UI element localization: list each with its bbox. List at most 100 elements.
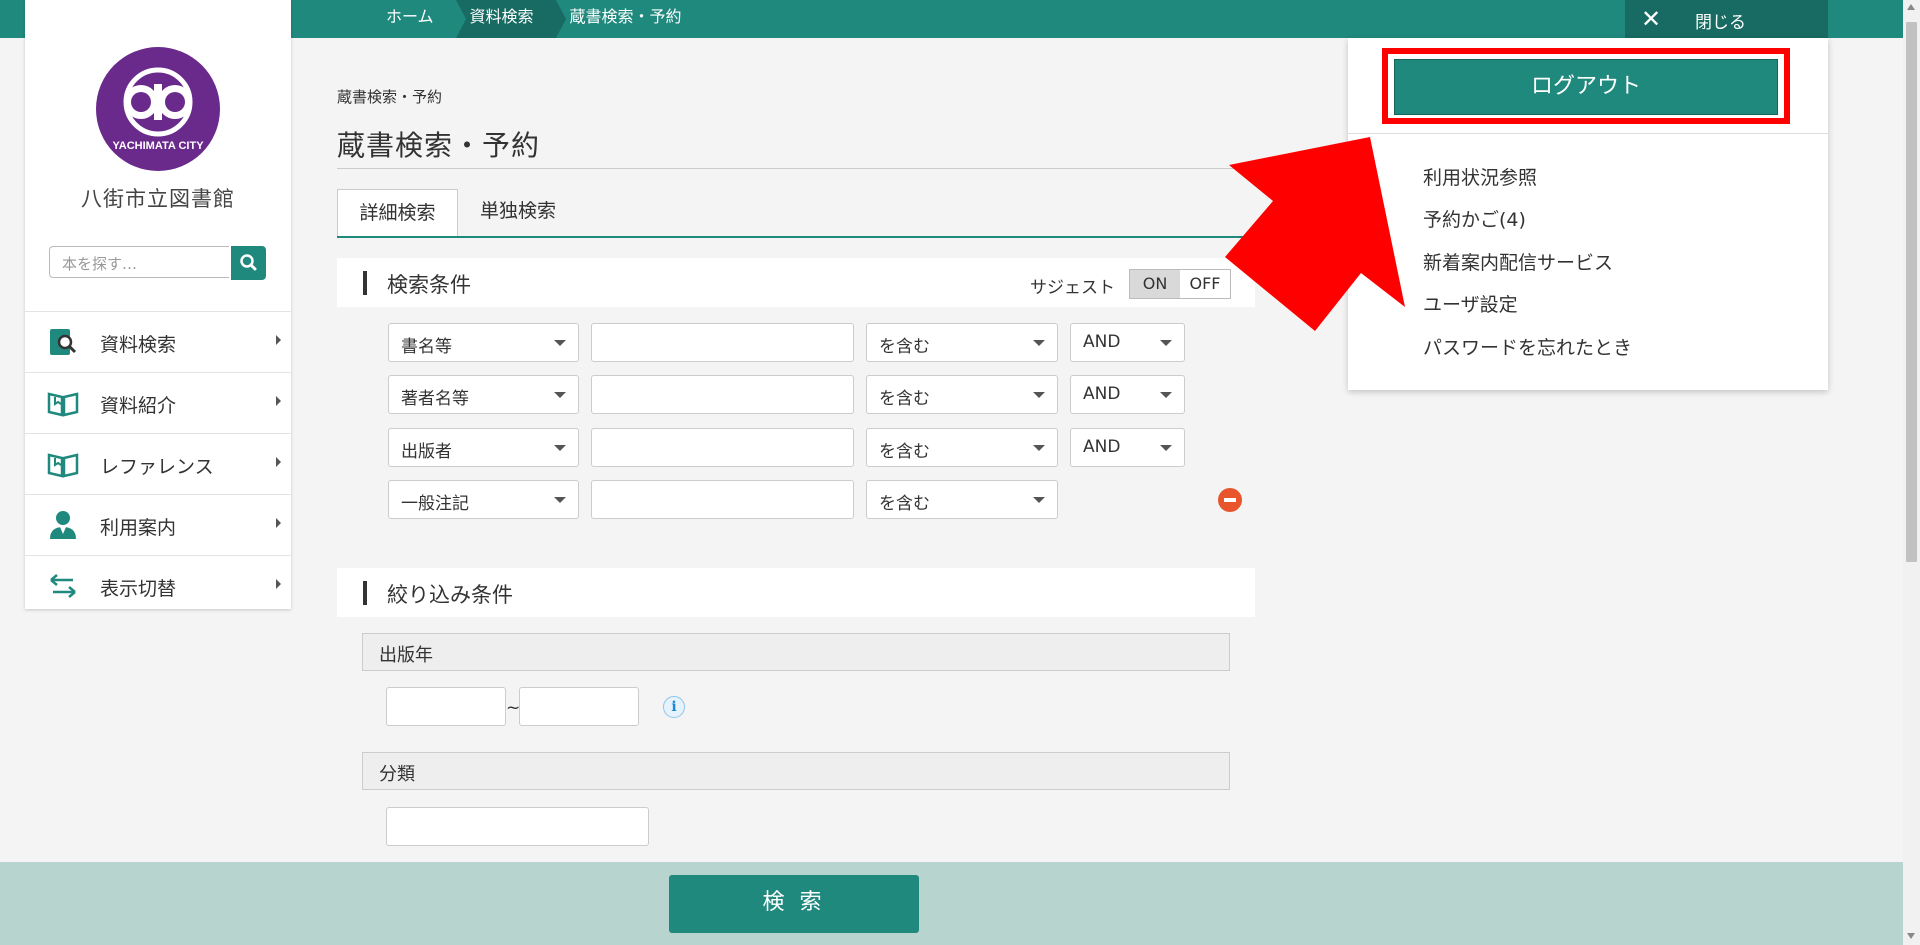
breadcrumb: ホーム 資料検索 蔵書検索・予約 bbox=[372, 0, 704, 38]
sidebar-item-display-switch[interactable]: 表示切替 bbox=[25, 555, 291, 616]
search-icon bbox=[240, 254, 257, 271]
operator-select[interactable]: AND bbox=[1070, 428, 1185, 467]
field-select[interactable]: 一般注記 bbox=[388, 480, 579, 519]
sidebar-search-input[interactable]: 本を探す… bbox=[49, 246, 229, 278]
book-search-icon bbox=[50, 329, 77, 355]
title-divider bbox=[337, 168, 1254, 169]
match-select[interactable]: を含む bbox=[866, 428, 1058, 467]
filter-conditions-header: 絞り込み条件 bbox=[337, 568, 1255, 617]
chevron-right-icon bbox=[276, 335, 281, 345]
field-select[interactable]: 出版者 bbox=[388, 428, 579, 467]
section-marker bbox=[363, 271, 367, 295]
chevron-right-icon bbox=[276, 518, 281, 528]
select-value: 出版者 bbox=[401, 442, 452, 462]
remove-row-icon[interactable] bbox=[1218, 488, 1242, 512]
bottom-action-bar bbox=[0, 862, 1903, 945]
city-logo[interactable]: YACHIMATA CITY bbox=[95, 46, 221, 172]
keyword-input[interactable] bbox=[591, 428, 854, 467]
sidebar-item-label: 利用案内 bbox=[100, 517, 177, 539]
breadcrumb-current: 蔵書検索・予約 bbox=[555, 0, 704, 38]
info-icon[interactable]: i bbox=[663, 696, 685, 718]
match-select[interactable]: を含む bbox=[866, 375, 1058, 414]
chevron-down-icon bbox=[554, 445, 566, 451]
sidebar-item-label: 表示切替 bbox=[100, 578, 177, 600]
page-title: 蔵書検索・予約 bbox=[337, 129, 541, 162]
logo-text: YACHIMATA CITY bbox=[112, 140, 204, 152]
sidebar-item-label: 資料検索 bbox=[100, 334, 177, 356]
pub-year-header: 出版年 bbox=[362, 633, 1230, 671]
operator-select[interactable]: AND bbox=[1070, 375, 1185, 414]
open-book-icon bbox=[47, 392, 79, 417]
chevron-down-icon bbox=[1160, 392, 1172, 398]
suggest-off-button[interactable]: OFF bbox=[1180, 270, 1230, 298]
search-placeholder: 本を探す… bbox=[62, 255, 138, 273]
open-book-icon bbox=[47, 453, 79, 478]
pub-year-label: 出版年 bbox=[379, 645, 433, 666]
classification-header: 分類 bbox=[362, 752, 1230, 790]
field-select[interactable]: 書名等 bbox=[388, 323, 579, 362]
breadcrumb-home[interactable]: ホーム bbox=[372, 0, 466, 38]
chevron-down-icon bbox=[1033, 392, 1045, 398]
sidebar-item-label: レファレンス bbox=[100, 456, 214, 478]
select-value: を含む bbox=[879, 389, 930, 409]
sidebar-item-usage-guide[interactable]: 利用案内 bbox=[25, 494, 291, 555]
page-breadcrumb: 蔵書検索・予約 bbox=[337, 88, 443, 106]
chevron-right-icon bbox=[276, 396, 281, 406]
suggest-toggle: ON OFF bbox=[1129, 269, 1231, 299]
chevron-down-icon bbox=[1160, 340, 1172, 346]
sidebar-item-reference[interactable]: レファレンス bbox=[25, 433, 291, 494]
section-title: 絞り込み条件 bbox=[387, 583, 513, 607]
select-value: AND bbox=[1083, 437, 1121, 457]
suggest-label: サジェスト bbox=[1030, 278, 1115, 298]
user-icon bbox=[50, 511, 76, 539]
field-select[interactable]: 著者名等 bbox=[388, 375, 579, 414]
close-icon: ✕ bbox=[1641, 5, 1662, 33]
select-value: を含む bbox=[879, 494, 930, 514]
classification-label: 分類 bbox=[379, 764, 415, 785]
breadcrumb-material-search[interactable]: 資料検索 bbox=[455, 0, 566, 38]
select-value: AND bbox=[1083, 332, 1121, 352]
search-conditions-header: 検索条件 bbox=[337, 258, 1255, 307]
library-name: 八街市立図書館 bbox=[81, 187, 235, 211]
chevron-right-icon bbox=[276, 457, 281, 467]
scroll-up-icon[interactable] bbox=[1907, 4, 1915, 10]
tab-detailed-search[interactable]: 詳細検索 bbox=[337, 189, 458, 236]
suggest-on-button[interactable]: ON bbox=[1130, 270, 1180, 298]
pub-year-from-input[interactable] bbox=[386, 687, 506, 726]
search-button[interactable]: 検 索 bbox=[669, 875, 919, 933]
tab-single-search[interactable]: 単独検索 bbox=[458, 188, 578, 235]
pub-year-to-input[interactable] bbox=[519, 687, 639, 726]
divider bbox=[1348, 133, 1828, 134]
link-new-arrival-service[interactable]: 新着案内配信サービス bbox=[1423, 248, 1613, 275]
select-value: を含む bbox=[879, 442, 930, 462]
select-value: 一般注記 bbox=[401, 494, 469, 514]
chevron-down-icon bbox=[554, 497, 566, 503]
chevron-down-icon bbox=[1033, 497, 1045, 503]
select-value: 書名等 bbox=[401, 337, 452, 357]
section-title: 検索条件 bbox=[387, 273, 471, 297]
vertical-scrollbar[interactable] bbox=[1903, 0, 1920, 945]
sidebar-item-material-search[interactable]: 資料検索 bbox=[25, 311, 291, 372]
chevron-down-icon bbox=[1033, 445, 1045, 451]
link-usage-status[interactable]: 利用状況参照 bbox=[1423, 163, 1537, 190]
select-value: 著者名等 bbox=[401, 389, 469, 409]
match-select[interactable]: を含む bbox=[866, 480, 1058, 519]
keyword-input[interactable] bbox=[591, 375, 854, 414]
red-arrow-annotation bbox=[1225, 137, 1405, 331]
select-value: AND bbox=[1083, 384, 1121, 404]
chevron-down-icon bbox=[554, 392, 566, 398]
keyword-input[interactable] bbox=[591, 323, 854, 362]
scrollbar-thumb[interactable] bbox=[1906, 22, 1917, 562]
link-forgot-password[interactable]: パスワードを忘れたとき bbox=[1423, 333, 1632, 360]
scroll-down-icon[interactable] bbox=[1907, 933, 1915, 939]
match-select[interactable]: を含む bbox=[866, 323, 1058, 362]
sidebar-search-button[interactable] bbox=[231, 246, 266, 280]
close-button[interactable]: ✕ 閉じる bbox=[1625, 0, 1828, 38]
keyword-input[interactable] bbox=[591, 480, 854, 519]
search-tabs: 詳細検索 単独検索 bbox=[337, 188, 1254, 238]
classification-input[interactable] bbox=[386, 807, 649, 846]
chevron-down-icon bbox=[554, 340, 566, 346]
sidebar-item-material-intro[interactable]: 資料紹介 bbox=[25, 372, 291, 433]
operator-select[interactable]: AND bbox=[1070, 323, 1185, 362]
chevron-right-icon bbox=[276, 579, 281, 589]
